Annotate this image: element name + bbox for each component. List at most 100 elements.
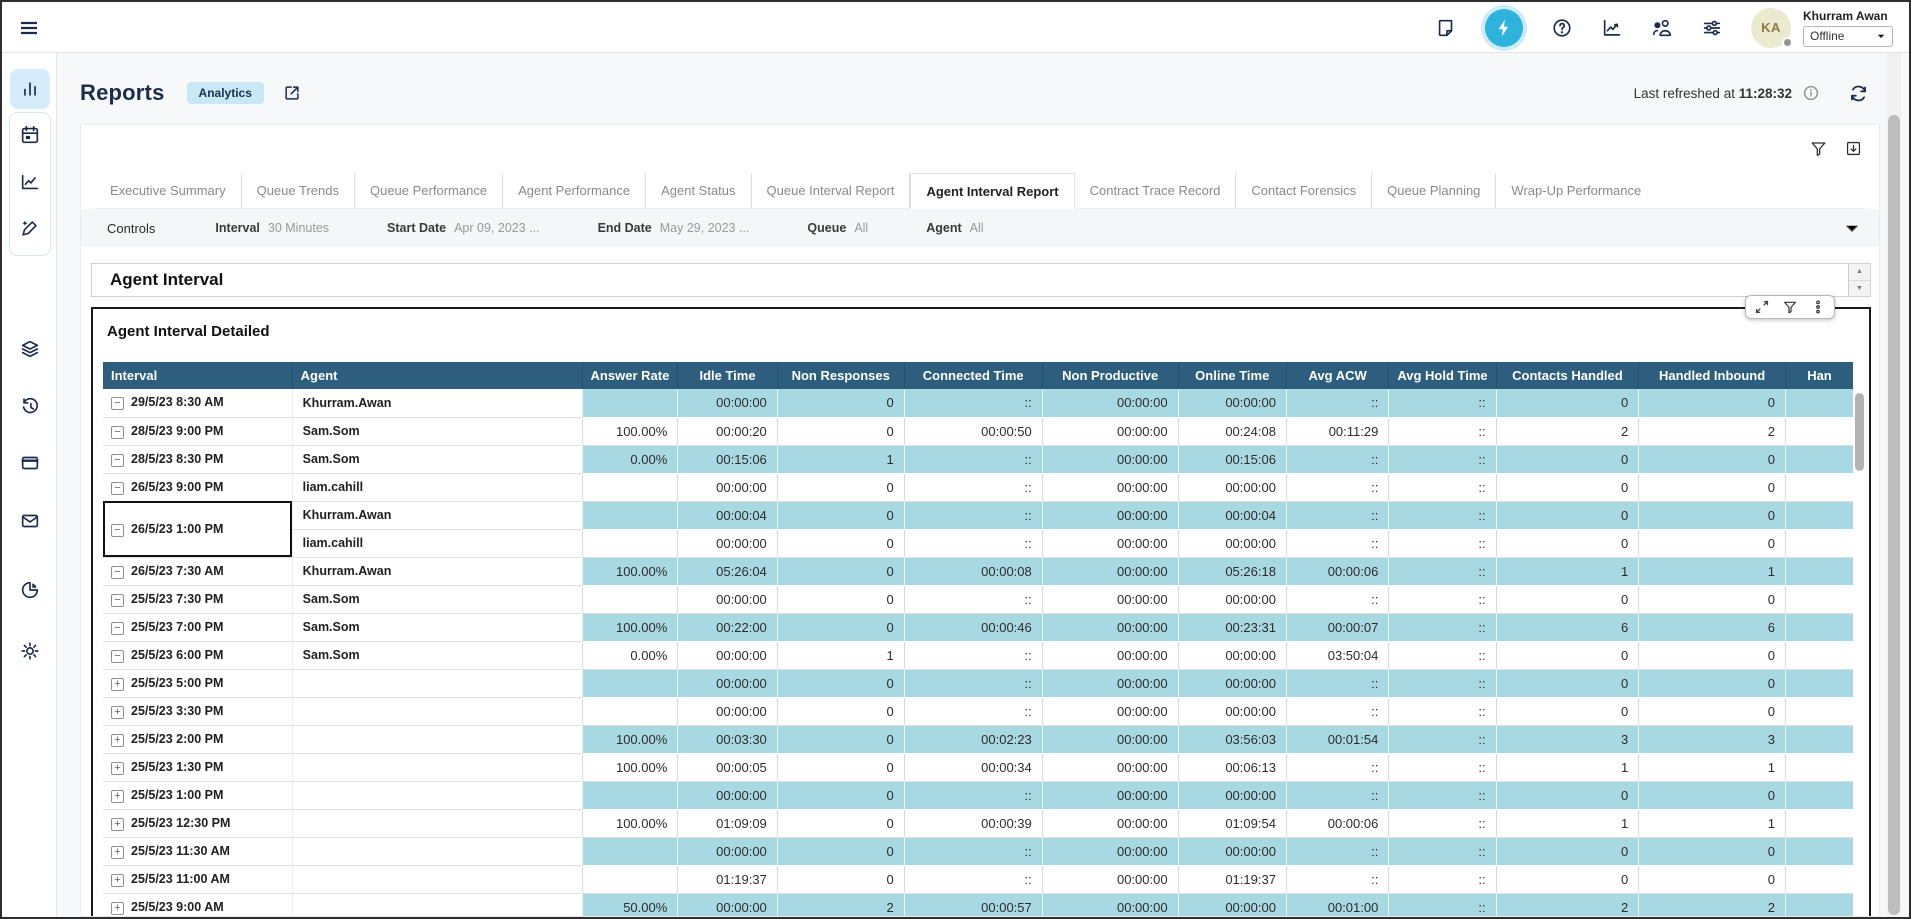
value-cell[interactable] [582, 697, 678, 725]
sidebar-item-reports[interactable] [10, 69, 50, 109]
value-cell[interactable]: :: [1286, 697, 1388, 725]
value-cell[interactable]: 0 [777, 725, 904, 753]
value-cell[interactable] [1785, 557, 1853, 585]
sidebar-item-reports-pie[interactable] [10, 570, 50, 610]
value-cell[interactable]: 00:15:06 [1178, 445, 1286, 473]
expand-row-icon[interactable]: + [111, 734, 124, 747]
value-cell[interactable]: 1 [777, 445, 904, 473]
value-cell[interactable]: 0 [777, 697, 904, 725]
table-row[interactable]: −26/5/23 1:00 PMKhurram.Awan00:00:040::0… [103, 501, 1853, 529]
interval-cell[interactable]: −28/5/23 8:30 PM [103, 445, 292, 473]
value-cell[interactable]: :: [1389, 529, 1496, 557]
tab-agent-performance[interactable]: Agent Performance [503, 173, 646, 208]
external-link-icon[interactable] [282, 83, 302, 103]
value-cell[interactable]: 0 [777, 669, 904, 697]
control-start-date[interactable]: Start DateApr 09, 2023 ... [387, 221, 540, 235]
value-cell[interactable]: 100.00% [582, 613, 678, 641]
column-header-agent[interactable]: Agent [292, 362, 582, 389]
value-cell[interactable]: :: [904, 529, 1042, 557]
value-cell[interactable]: :: [1389, 501, 1496, 529]
value-cell[interactable]: 0 [777, 781, 904, 809]
value-cell[interactable]: :: [904, 585, 1042, 613]
table-row[interactable]: +25/5/23 9:00 AM50.00%00:00:00200:00:570… [103, 893, 1853, 917]
value-cell[interactable]: 50.00% [582, 893, 678, 917]
value-cell[interactable]: 100.00% [582, 725, 678, 753]
value-cell[interactable]: 1 [1496, 753, 1639, 781]
value-cell[interactable]: 00:03:30 [678, 725, 777, 753]
value-cell[interactable] [1785, 753, 1853, 781]
value-cell[interactable]: :: [1389, 725, 1496, 753]
value-cell[interactable]: 2 [777, 893, 904, 917]
value-cell[interactable]: 0 [1496, 389, 1639, 417]
value-cell[interactable]: 01:09:54 [1178, 809, 1286, 837]
value-cell[interactable]: 0 [777, 473, 904, 501]
help-icon[interactable] [1551, 17, 1573, 39]
column-header-interval[interactable]: Interval [103, 362, 292, 389]
value-cell[interactable]: 00:22:00 [678, 613, 777, 641]
value-cell[interactable]: 0 [1639, 473, 1786, 501]
value-cell[interactable]: :: [904, 473, 1042, 501]
interval-cell[interactable]: +25/5/23 9:00 AM [103, 893, 292, 917]
table-row[interactable]: liam.cahill00:00:000::00:00:0000:00:00::… [103, 529, 1853, 557]
metrics-icon[interactable] [1601, 17, 1623, 39]
value-cell[interactable]: 00:00:46 [904, 613, 1042, 641]
tab-wrap-up-performance[interactable]: Wrap-Up Performance [1496, 173, 1656, 208]
value-cell[interactable]: :: [904, 501, 1042, 529]
value-cell[interactable]: 1 [1639, 809, 1786, 837]
value-cell[interactable]: 0 [1496, 781, 1639, 809]
control-interval[interactable]: Interval30 Minutes [215, 221, 329, 235]
users-icon[interactable] [1651, 17, 1673, 39]
tab-contact-forensics[interactable]: Contact Forensics [1236, 173, 1372, 208]
value-cell[interactable]: 00:00:00 [1178, 641, 1286, 669]
value-cell[interactable]: 00:00:00 [1042, 781, 1178, 809]
value-cell[interactable]: 1 [1496, 557, 1639, 585]
value-cell[interactable]: :: [1286, 501, 1388, 529]
value-cell[interactable]: 3 [1496, 725, 1639, 753]
collapse-row-icon[interactable]: − [111, 650, 124, 663]
value-cell[interactable] [1785, 781, 1853, 809]
column-header-non-productive[interactable]: Non Productive [1042, 362, 1178, 389]
tab-agent-interval-report[interactable]: Agent Interval Report [910, 173, 1074, 209]
value-cell[interactable]: 00:01:54 [1286, 725, 1388, 753]
value-cell[interactable]: 0 [777, 389, 904, 417]
tab-queue-trends[interactable]: Queue Trends [242, 173, 355, 208]
value-cell[interactable]: 00:00:00 [1042, 753, 1178, 781]
expand-row-icon[interactable]: + [111, 846, 124, 859]
value-cell[interactable]: 00:00:00 [1042, 529, 1178, 557]
expand-row-icon[interactable]: + [111, 762, 124, 775]
table-row[interactable]: −26/5/23 7:30 AMKhurram.Awan100.00%05:26… [103, 557, 1853, 585]
value-cell[interactable]: :: [1389, 865, 1496, 893]
column-header-avg-acw[interactable]: Avg ACW [1286, 362, 1388, 389]
value-cell[interactable]: 00:00:00 [678, 837, 777, 865]
control-queue[interactable]: QueueAll [807, 221, 868, 235]
agent-cell[interactable] [292, 865, 582, 893]
sidebar-item-analytics[interactable] [10, 162, 50, 202]
tab-queue-planning[interactable]: Queue Planning [1372, 173, 1496, 208]
value-cell[interactable]: 0 [1496, 697, 1639, 725]
agent-cell[interactable] [292, 697, 582, 725]
value-cell[interactable]: 00:00:00 [678, 389, 777, 417]
table-row[interactable]: +25/5/23 11:00 AM01:19:370::00:00:0001:1… [103, 865, 1853, 893]
value-cell[interactable]: 0 [1639, 501, 1786, 529]
value-cell[interactable]: 0 [1496, 865, 1639, 893]
value-cell[interactable]: 0 [1639, 389, 1786, 417]
value-cell[interactable]: :: [1389, 389, 1496, 417]
table-row[interactable]: +25/5/23 5:00 PM00:00:000::00:00:0000:00… [103, 669, 1853, 697]
interval-cell[interactable]: −25/5/23 7:00 PM [103, 613, 292, 641]
table-row[interactable]: +25/5/23 12:30 PM100.00%01:09:09000:00:3… [103, 809, 1853, 837]
value-cell[interactable]: 00:00:00 [1178, 893, 1286, 917]
expand-row-icon[interactable]: + [111, 706, 124, 719]
value-cell[interactable]: 00:00:00 [1042, 809, 1178, 837]
value-cell[interactable]: 00:00:00 [1042, 557, 1178, 585]
value-cell[interactable]: :: [904, 837, 1042, 865]
interval-cell[interactable]: +25/5/23 11:30 AM [103, 837, 292, 865]
value-cell[interactable]: 0 [1639, 697, 1786, 725]
column-header-answer-rate[interactable]: Answer Rate [582, 362, 678, 389]
expand-icon[interactable] [1754, 299, 1770, 315]
agent-cell[interactable] [292, 753, 582, 781]
tab-queue-performance[interactable]: Queue Performance [355, 173, 503, 208]
value-cell[interactable]: 00:00:00 [1178, 585, 1286, 613]
expand-row-icon[interactable]: + [111, 902, 124, 915]
value-cell[interactable]: 00:00:50 [904, 417, 1042, 445]
value-cell[interactable]: 00:06:13 [1178, 753, 1286, 781]
